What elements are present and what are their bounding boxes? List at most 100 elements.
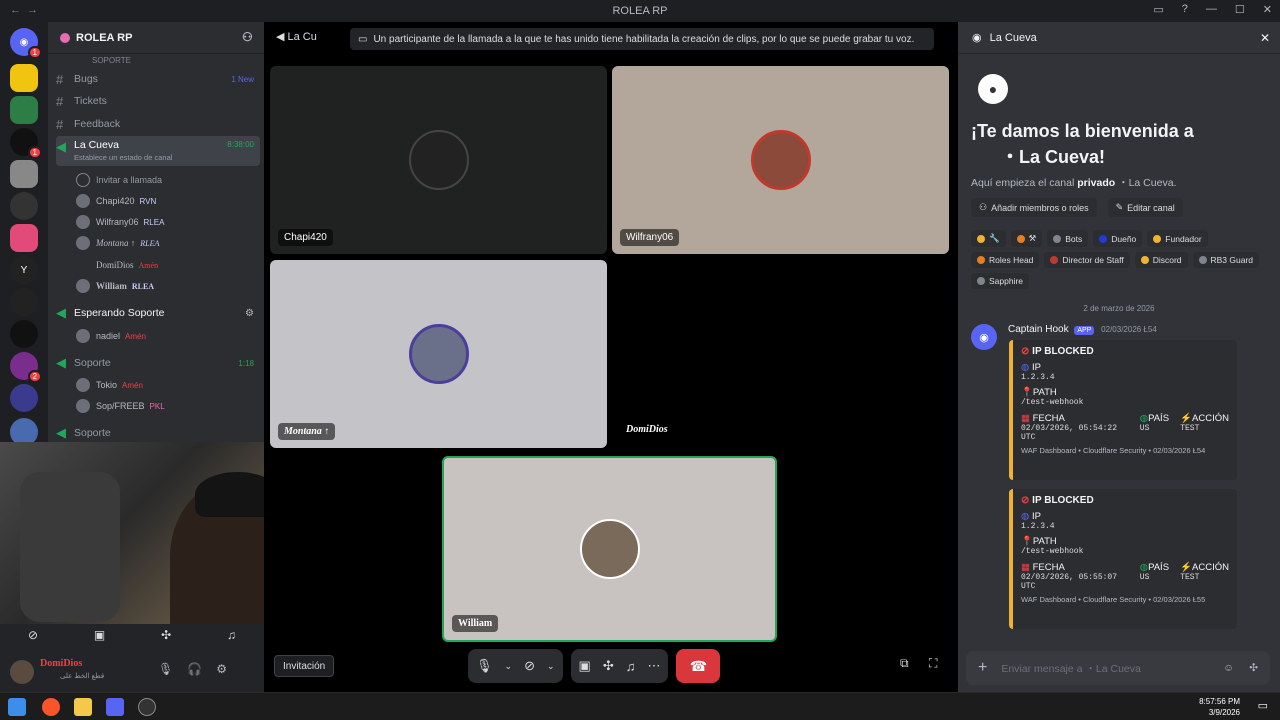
voice-member[interactable]: Wilfrany06 RLEA (76, 212, 164, 232)
sub-pre: Aquí empieza el canal (971, 177, 1078, 189)
role-pill[interactable]: Fundador (1147, 230, 1208, 247)
avatar[interactable] (10, 660, 34, 684)
brave-browser-icon[interactable] (42, 698, 60, 716)
embed-footer: WAF Dashboard • Cloudflare Security • 02… (1021, 446, 1206, 455)
server-icon[interactable] (10, 224, 38, 252)
server-icon[interactable] (10, 64, 38, 92)
soundboard-icon[interactable]: ♫ (626, 659, 636, 674)
invite-to-call[interactable]: Invitar a llamada (76, 170, 162, 190)
close-button[interactable]: ✕ (1263, 3, 1272, 16)
tile-wilfrany06[interactable]: Wilfrany06 (612, 66, 949, 254)
server-icon[interactable] (10, 160, 38, 188)
role-dot (1053, 234, 1062, 243)
close-icon[interactable]: ✕ (1260, 31, 1270, 45)
fullscreen-icon[interactable]: ⛶ (929, 656, 937, 671)
channel-esperando-soporte[interactable]: ◀ Esperando Soporte ⚙ (56, 303, 260, 323)
role-pill[interactable]: Director de Staff (1044, 252, 1130, 268)
add-members-button[interactable]: ⚇ Añadir miembros o roles (971, 198, 1097, 217)
server-icon[interactable]: 1 (10, 128, 42, 159)
discord-home-icon[interactable]: ◉ 1 (10, 28, 42, 59)
hang-up-button[interactable]: ☎ (676, 649, 721, 683)
tile-chapi420[interactable]: Chapi420 (270, 66, 607, 254)
server-icon[interactable] (10, 384, 38, 412)
server-icon[interactable] (10, 320, 38, 348)
voice-member[interactable]: William RLEA (76, 276, 154, 296)
message-input[interactable]: + Enviar mensaje a ・La Cueva ☺ ✣ (966, 651, 1270, 685)
channel-settings-icon[interactable]: ⚙ (245, 308, 254, 319)
popout-icon[interactable]: ⧉ (900, 656, 909, 671)
tile-montana[interactable]: Montana ↑ (270, 260, 607, 448)
role-pill[interactable]: Sapphire (971, 273, 1030, 289)
microphone-icon[interactable]: 🎙 (476, 658, 493, 674)
chevron-down-icon[interactable]: ⌄ (547, 661, 555, 672)
voice-member[interactable]: nadiel Amén (76, 326, 146, 346)
gear-icon[interactable]: ⚙ (216, 662, 227, 676)
channel-soporte-2[interactable]: ◀ Soporte (56, 423, 260, 442)
role-pill[interactable]: RB3 Guard (1192, 252, 1260, 268)
tile-william[interactable]: William (442, 456, 777, 642)
role-pill[interactable]: ⚒ (1010, 230, 1043, 247)
screen-share-icon[interactable]: ▣ (579, 658, 591, 674)
help-icon[interactable]: ? (1182, 3, 1188, 16)
tile-name-domidios[interactable]: DomiDios (626, 424, 668, 435)
file-explorer-icon[interactable] (74, 698, 92, 716)
voice-member[interactable]: Montana ↑ RLEA (76, 233, 159, 253)
obs-icon[interactable] (138, 698, 156, 716)
screen-share-icon[interactable]: ▣ (94, 628, 105, 642)
microphone-icon[interactable]: 🎙 (158, 662, 173, 676)
bot-name[interactable]: Captain Hook (1008, 324, 1069, 335)
clock[interactable]: 8:57:56 PM 3/9/2026 (1199, 696, 1240, 718)
more-icon[interactable]: ⋯ (647, 658, 660, 674)
server-icon[interactable] (10, 192, 38, 220)
discord-taskbar-icon[interactable] (106, 698, 124, 716)
pais-label: PAÍS (1148, 562, 1170, 573)
maximize-button[interactable]: ☐ (1235, 3, 1245, 16)
role-pill[interactable]: Discord (1134, 252, 1188, 268)
channel-feedback[interactable]: # Feedback (56, 114, 260, 134)
voice-icon: ◀ (56, 305, 66, 320)
category-label[interactable]: SOPORTE (56, 54, 260, 66)
plus-icon[interactable]: + (978, 659, 987, 677)
activities-icon[interactable]: ✣ (603, 658, 614, 674)
channel-la-cueva[interactable]: ◀ La Cueva 8:38:00 Establece un estado d… (56, 136, 260, 166)
role-pill[interactable]: Bots (1047, 230, 1089, 247)
windows-start-icon[interactable] (8, 698, 26, 716)
camera-off-icon[interactable]: ⊘ (28, 628, 38, 642)
server-header[interactable]: ROLEA RP ⚇ (48, 22, 264, 54)
server-icon[interactable]: Y (10, 256, 38, 284)
role-pill[interactable]: Roles Head (971, 252, 1040, 268)
activities-icon[interactable]: ✣ (161, 628, 171, 642)
invite-button[interactable]: Invitación (274, 655, 335, 677)
message-placeholder: Enviar mensaje a ・La Cueva (1001, 662, 1141, 675)
channel-status[interactable]: Establece un estado de canal (74, 153, 172, 162)
path-label: PATH (1032, 536, 1057, 547)
voice-member[interactable]: Sop/FREEB PKL (76, 396, 165, 416)
server-icon[interactable] (10, 96, 38, 124)
emoji-icon[interactable]: ☺ (1223, 662, 1234, 674)
server-icon[interactable]: 2 (10, 352, 42, 383)
headphones-icon[interactable]: 🎧 (187, 662, 202, 676)
role-pill[interactable]: 🔧 (971, 230, 1006, 247)
channel-label: Soporte (74, 427, 111, 439)
inbox-icon[interactable]: ▭ (1153, 3, 1163, 16)
channel-bugs[interactable]: # Bugs 1 New (56, 69, 260, 89)
bot-avatar[interactable]: ◉ (971, 324, 997, 350)
edit-channel-button[interactable]: ✎ Editar canal (1107, 198, 1183, 217)
notification-icon[interactable]: ▭ (1258, 699, 1268, 712)
apps-icon[interactable]: ✣ (1249, 662, 1258, 674)
voice-member[interactable]: Chapi420 RVN (76, 191, 156, 211)
add-user-icon[interactable]: ⚇ (242, 30, 253, 44)
minimize-button[interactable]: — (1206, 3, 1217, 16)
channel-tickets[interactable]: # Tickets (56, 91, 260, 111)
channel-soporte-1[interactable]: ◀ Soporte 1:18 (56, 353, 260, 373)
soundboard-icon[interactable]: ♫ (227, 628, 236, 642)
invite-icon (76, 173, 90, 187)
role-pill[interactable]: Dueño (1093, 230, 1143, 247)
server-icon[interactable] (10, 288, 38, 316)
chevron-down-icon[interactable]: ⌄ (505, 661, 513, 672)
voice-member[interactable]: Tokio Amén (76, 375, 143, 395)
tile-name: Chapi420 (278, 229, 333, 246)
user-name: DomiDios (40, 658, 83, 669)
voice-member[interactable]: DomiDios Amén (76, 255, 158, 275)
camera-off-icon[interactable]: ⊘ (524, 658, 535, 674)
